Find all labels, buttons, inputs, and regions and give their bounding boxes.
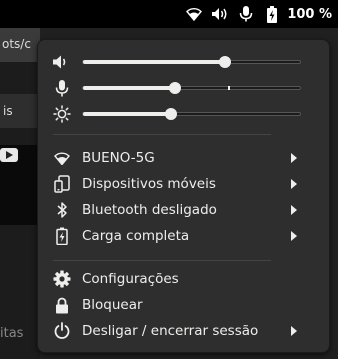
battery-icon (52, 226, 72, 246)
microphone-slider[interactable] (82, 82, 301, 94)
menu-item-label: Configurações (82, 271, 179, 287)
separator (53, 260, 271, 261)
browser-url-bar[interactable]: ots/c (0, 28, 40, 62)
microphone-level-marker (228, 86, 230, 90)
wifi-icon (52, 148, 72, 168)
background-window: ots/c is itas (0, 28, 40, 359)
top-bar: 100 % (0, 0, 338, 28)
menu-item-label: BUENO-5G (82, 150, 155, 166)
brightness-icon (52, 105, 72, 123)
volume-slider-fill (83, 60, 225, 64)
menu-item-bluetooth[interactable]: Bluetooth desligado (38, 198, 329, 222)
menu-item-settings[interactable]: Configurações (38, 267, 329, 291)
mobile-devices-icon (52, 174, 72, 194)
menu-item-label: Desligar / encerrar sessão (82, 323, 259, 339)
battery-percent: 100 % (287, 6, 332, 22)
menu-item-lock[interactable]: Bloquear (38, 293, 329, 317)
microphone-icon (52, 79, 72, 97)
volume-icon[interactable] (207, 0, 233, 28)
menu-item-label: Bloquear (82, 297, 143, 313)
background-window-edge (40, 28, 338, 42)
menu-item-network[interactable]: BUENO-5G (38, 146, 329, 170)
chevron-right-icon (291, 205, 297, 215)
brightness-slider-fill (83, 112, 171, 116)
bluetooth-icon (52, 200, 72, 220)
browser-tab[interactable]: is (0, 94, 40, 128)
system-tray[interactable]: 100 % (181, 0, 338, 28)
power-icon (52, 321, 72, 341)
microphone-icon[interactable] (233, 0, 259, 28)
system-menu: BUENO-5G Dispositivos móveis Bluetooth d… (37, 39, 330, 353)
chevron-right-icon (291, 179, 297, 189)
speaker-icon (52, 53, 72, 71)
menu-item-label: Carga completa (82, 228, 190, 244)
menu-item-battery[interactable]: Carga completa (38, 224, 329, 248)
brightness-slider[interactable] (82, 108, 301, 120)
volume-slider-row (38, 52, 329, 72)
microphone-slider-handle[interactable] (169, 82, 181, 94)
chevron-right-icon (291, 153, 297, 163)
separator (53, 134, 271, 135)
gear-icon (52, 269, 72, 289)
menu-item-label: Bluetooth desligado (82, 202, 217, 218)
brightness-slider-row (38, 104, 329, 124)
play-icon[interactable] (0, 148, 18, 162)
chevron-right-icon (291, 231, 297, 241)
menu-item-power[interactable]: Desligar / encerrar sessão (38, 319, 329, 343)
background-text: itas (0, 326, 24, 341)
lock-icon (52, 295, 72, 315)
microphone-slider-fill (83, 86, 175, 90)
battery-icon[interactable] (259, 0, 285, 28)
menu-item-mobile-devices[interactable]: Dispositivos móveis (38, 172, 329, 196)
microphone-slider-row (38, 78, 329, 98)
menu-item-label: Dispositivos móveis (82, 176, 216, 192)
chevron-right-icon (291, 326, 297, 336)
volume-slider[interactable] (82, 56, 301, 68)
wifi-icon[interactable] (181, 0, 207, 28)
brightness-slider-handle[interactable] (165, 108, 177, 120)
volume-slider-handle[interactable] (219, 56, 231, 68)
